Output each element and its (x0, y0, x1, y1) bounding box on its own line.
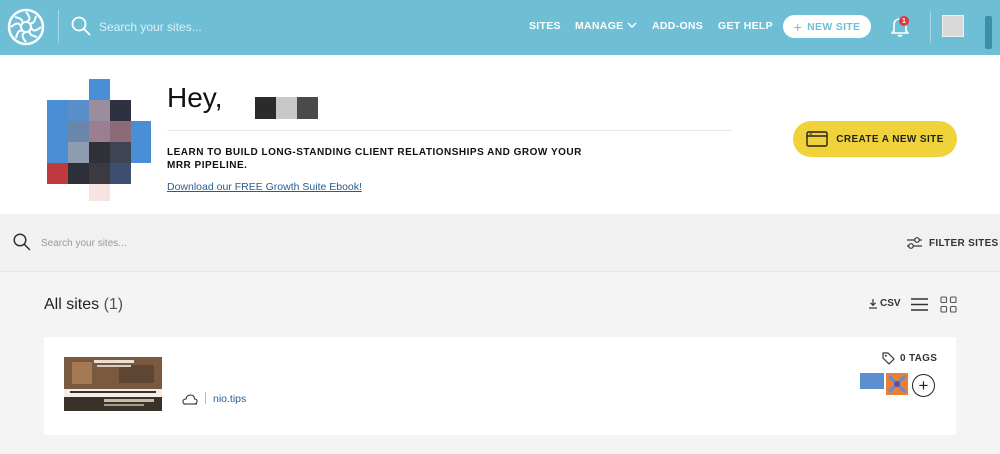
welcome-hero: Hey, LEARN TO BUILD LONG-STANDING CLIENT… (0, 55, 1000, 214)
sliders-icon (907, 236, 922, 249)
collaborator-avatar[interactable] (860, 373, 884, 389)
browser-window-icon (806, 131, 828, 147)
site-divider (205, 392, 206, 404)
plus-icon: + (793, 18, 803, 35)
user-avatar[interactable] (942, 15, 964, 37)
download-icon (869, 299, 877, 309)
tags-button[interactable]: 0 TAGS (882, 352, 937, 365)
topbar-divider (58, 10, 59, 43)
topbar-divider (930, 11, 931, 43)
site-list-title-text: All sites (44, 296, 100, 313)
csv-export-button[interactable]: CSV (868, 298, 901, 309)
search-icon (13, 233, 31, 251)
site-card[interactable]: nio.tips 0 TAGS + (44, 337, 956, 435)
scrollbar[interactable] (985, 16, 992, 49)
filter-sites-label: FILTER SITES (929, 237, 999, 249)
site-count: (1) (103, 296, 124, 313)
filter-sites-button[interactable]: FILTER SITES (906, 234, 999, 252)
add-collaborator-button[interactable]: + (912, 374, 935, 397)
new-site-label: NEW SITE (807, 20, 861, 33)
notification-badge: 1 (899, 16, 909, 26)
avatar (47, 79, 151, 201)
tag-icon (882, 352, 895, 365)
search-icon (71, 16, 91, 36)
tags-label: 0 TAGS (900, 353, 938, 364)
redacted-username (255, 97, 319, 119)
plus-icon: + (918, 376, 929, 395)
hero-divider (167, 130, 732, 131)
site-filter-bar: FILTER SITES (0, 214, 1000, 272)
top-navigation-bar: SITES MANAGE ADD-ONS GET HELP + NEW SITE… (0, 0, 1000, 55)
nav-manage[interactable]: MANAGE (575, 20, 637, 32)
create-new-site-label: CREATE A NEW SITE (836, 133, 944, 145)
create-new-site-button[interactable]: CREATE A NEW SITE (793, 121, 957, 157)
list-view-icon[interactable] (911, 297, 928, 312)
site-list-title: All sites (1) (44, 296, 123, 314)
ebook-download-link[interactable]: Download our FREE Growth Suite Ebook! (167, 181, 362, 193)
site-search-input[interactable] (41, 234, 341, 252)
nav-manage-label: MANAGE (575, 20, 624, 32)
site-domain-link[interactable]: nio.tips (213, 393, 246, 405)
cloud-icon (182, 394, 198, 405)
collaborator-avatar[interactable] (886, 373, 908, 395)
nav-sites[interactable]: SITES (529, 20, 561, 32)
nav-addons[interactable]: ADD-ONS (652, 20, 703, 32)
new-site-button[interactable]: + NEW SITE (783, 15, 871, 38)
csv-label: CSV (880, 298, 901, 309)
top-search-input[interactable] (99, 17, 359, 37)
hero-message: LEARN TO BUILD LONG-STANDING CLIENT RELA… (167, 147, 582, 171)
chevron-down-icon (627, 22, 637, 29)
greeting-heading: Hey, (167, 82, 223, 113)
site-thumbnail[interactable] (64, 357, 162, 411)
grid-view-icon[interactable] (940, 296, 957, 313)
flywheel-logo-icon[interactable] (7, 8, 45, 46)
nav-get-help[interactable]: GET HELP (718, 20, 773, 32)
